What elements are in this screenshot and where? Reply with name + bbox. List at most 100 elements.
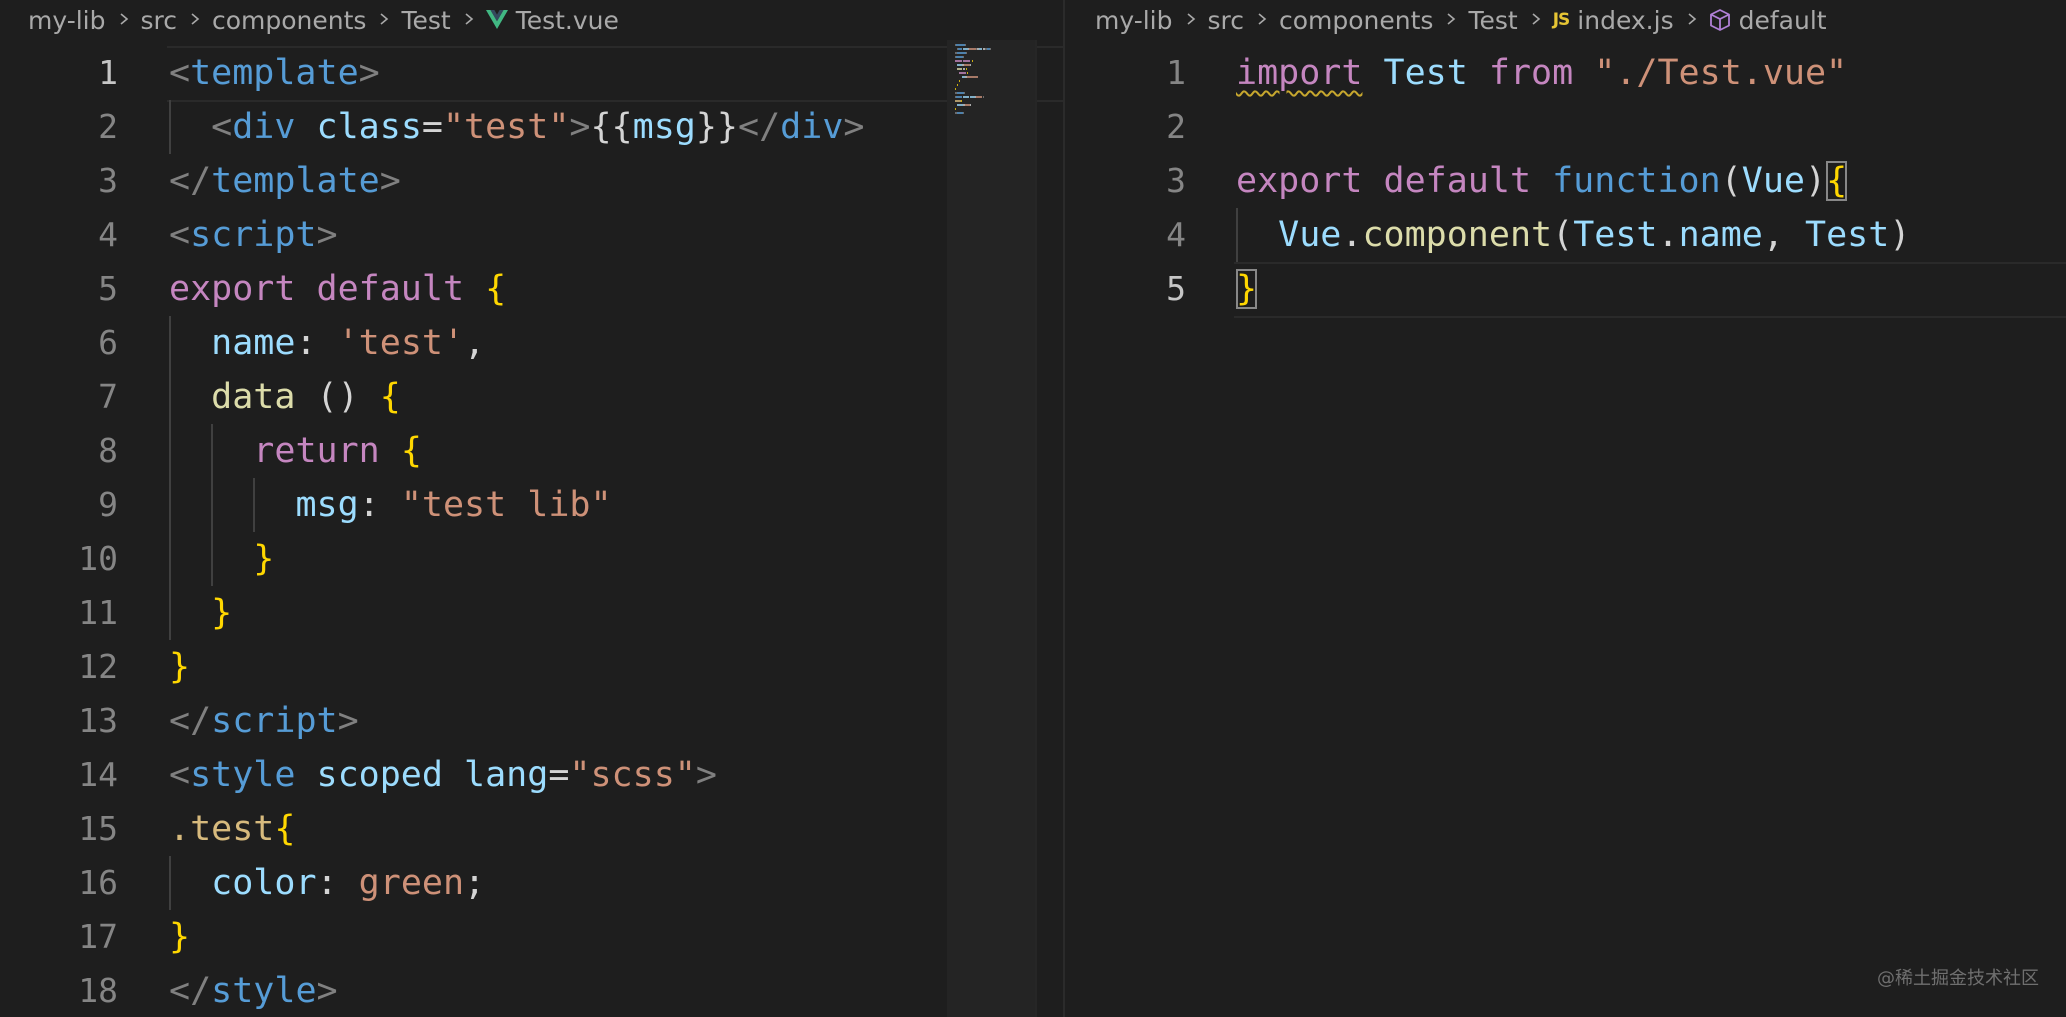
code-line[interactable]: 12} — [0, 640, 1063, 694]
code-token: script — [211, 701, 338, 741]
code-line[interactable]: 11 } — [0, 586, 1063, 640]
breadcrumb-item-components[interactable]: components — [1279, 6, 1433, 35]
vertical-scrollbar[interactable] — [1035, 40, 1037, 1017]
code-text: .test{ — [169, 802, 295, 856]
code-line[interactable]: 2 <div class="test">{{msg}}</div> — [0, 100, 1063, 154]
line-number[interactable]: 8 — [0, 424, 118, 478]
breadcrumb-file[interactable]: Test.vue — [516, 6, 619, 35]
line-number[interactable]: 2 — [0, 100, 118, 154]
code-line[interactable]: 4 Vue.component(Test.name, Test) — [1065, 208, 2066, 262]
code-line[interactable]: 18 </style> — [0, 964, 1063, 1017]
current-line-highlight — [1234, 262, 2066, 318]
code-editor[interactable]: 1 <template> 2 <div class="test">{{msg}}</… — [0, 46, 1063, 1017]
line-number[interactable]: 4 — [1065, 208, 1186, 262]
breadcrumb-symbol[interactable]: default — [1739, 6, 1827, 35]
breadcrumb-item-src[interactable]: src — [1208, 6, 1245, 35]
code-line[interactable]: 3 export default function(Vue){ — [1065, 154, 2066, 208]
code-token: > — [843, 107, 865, 147]
code-line[interactable]: 1 <template> — [0, 46, 1063, 102]
indent-guide — [1236, 208, 1238, 262]
left-editor-pane[interactable]: my-lib src components Test Test.vue 1 <templa… — [0, 0, 1063, 1017]
code-line[interactable]: 15 .test{ — [0, 802, 1063, 856]
code-token: : — [295, 323, 338, 363]
code-token: < — [169, 215, 191, 255]
minimap-slider[interactable] — [947, 40, 1035, 1017]
code-line[interactable]: 16 color: green; — [0, 856, 1063, 910]
code-token: Vue — [1741, 161, 1805, 201]
breadcrumb-item-my-lib[interactable]: my-lib — [28, 6, 106, 35]
line-number[interactable]: 10 — [0, 532, 118, 586]
code-token: , — [464, 323, 486, 363]
line-number[interactable]: 18 — [0, 964, 118, 1017]
breadcrumb-item-my-lib[interactable]: my-lib — [1095, 6, 1173, 35]
line-number[interactable]: 14 — [0, 748, 118, 802]
code-token: { — [1826, 161, 1848, 201]
code-text: return { — [169, 424, 422, 478]
code-line[interactable]: 13 </script> — [0, 694, 1063, 748]
line-number[interactable]: 1 — [1065, 46, 1186, 100]
code-line[interactable]: 14 <style scoped lang="scss"> — [0, 748, 1063, 802]
code-line[interactable]: 3 </template> — [0, 154, 1063, 208]
code-line[interactable]: 7 data () { — [0, 370, 1063, 424]
code-token: return — [253, 431, 380, 471]
code-token: : — [358, 485, 401, 525]
breadcrumb-item-test[interactable]: Test — [401, 6, 450, 35]
code-editor[interactable]: 1 import Test from "./Test.vue" 2 3 export d… — [1065, 46, 2066, 1017]
line-number[interactable]: 2 — [1065, 100, 1186, 154]
code-token: Test — [1573, 215, 1658, 255]
code-line[interactable]: 1 import Test from "./Test.vue" — [1065, 46, 2066, 100]
code-token: "test" — [442, 107, 570, 147]
code-token: () — [316, 377, 359, 417]
breadcrumb-item-components[interactable]: components — [212, 6, 366, 35]
breadcrumb-file[interactable]: index.js — [1577, 6, 1673, 35]
line-number[interactable]: 15 — [0, 802, 118, 856]
line-number[interactable]: 7 — [0, 370, 118, 424]
code-text: </template> — [169, 154, 401, 208]
code-token: "test lib" — [400, 485, 612, 525]
code-token: ) — [1804, 161, 1827, 201]
code-token: > — [316, 215, 338, 255]
line-number[interactable]: 12 — [0, 640, 118, 694]
code-token: { — [379, 377, 401, 417]
code-line[interactable]: 8 return { — [0, 424, 1063, 478]
indent-guide — [169, 316, 171, 640]
code-line[interactable]: 6 name: 'test', — [0, 316, 1063, 370]
line-number[interactable]: 3 — [1065, 154, 1186, 208]
right-editor-pane[interactable]: my-lib src components Test JS index.js default… — [1065, 0, 2066, 1017]
code-text: <template> — [169, 46, 380, 100]
line-number[interactable]: 13 — [0, 694, 118, 748]
code-line[interactable]: 4 <script> — [0, 208, 1063, 262]
code-line[interactable]: 9 msg: "test lib" — [0, 478, 1063, 532]
code-line[interactable]: 2 — [1065, 100, 2066, 154]
code-line[interactable]: 5} — [1065, 262, 2066, 318]
breadcrumb: my-lib src components Test JS index.js default — [1095, 0, 1827, 40]
chevron-right-icon — [1256, 13, 1268, 25]
line-number[interactable]: 1 — [0, 46, 118, 100]
code-token: { — [400, 431, 422, 471]
code-text: msg: "test lib" — [169, 478, 612, 532]
breadcrumb-item-src[interactable]: src — [141, 6, 178, 35]
code-token: = — [421, 107, 443, 147]
line-number[interactable]: 6 — [0, 316, 118, 370]
line-number[interactable]: 4 — [0, 208, 118, 262]
code-line[interactable]: 10 } — [0, 532, 1063, 586]
code-token: < — [169, 53, 191, 93]
line-number[interactable]: 9 — [0, 478, 118, 532]
code-token: div — [232, 107, 296, 147]
line-number[interactable]: 11 — [0, 586, 118, 640]
line-number[interactable]: 16 — [0, 856, 118, 910]
code-token: { — [274, 809, 296, 849]
code-token: script — [190, 215, 317, 255]
line-number[interactable]: 5 — [0, 262, 118, 316]
indent-guide — [253, 478, 256, 532]
breadcrumb-item-test[interactable]: Test — [1468, 6, 1517, 35]
line-number[interactable]: 17 — [0, 910, 118, 964]
code-token: lang — [464, 755, 549, 795]
code-line[interactable]: 17} — [0, 910, 1063, 964]
code-token: msg — [632, 107, 696, 147]
code-line[interactable]: 5 export default { — [0, 262, 1063, 316]
line-number[interactable]: 5 — [1065, 262, 1186, 316]
line-number[interactable]: 3 — [0, 154, 118, 208]
